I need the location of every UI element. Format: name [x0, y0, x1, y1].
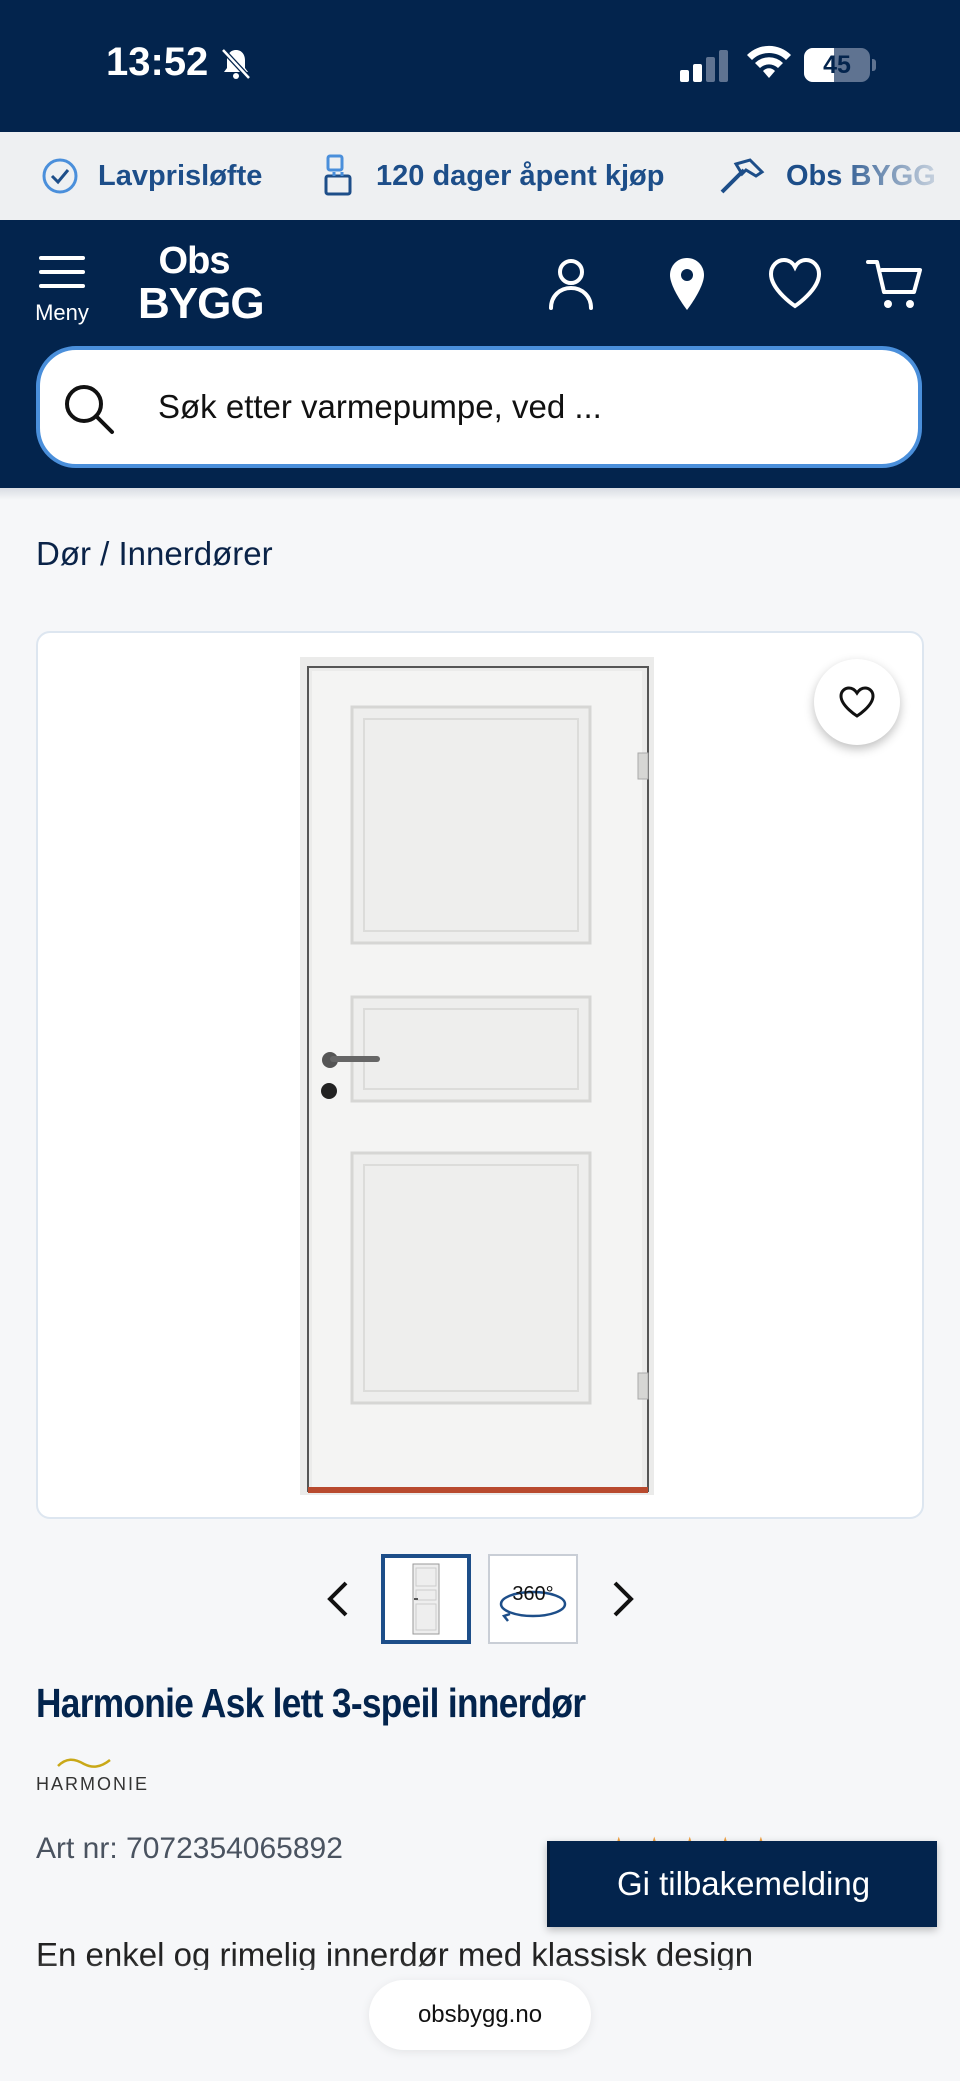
brand-wave-icon	[57, 1758, 111, 1768]
usp-item-open-purchase[interactable]: 120 dager åpent kjøp	[320, 132, 665, 220]
next-image-button[interactable]	[600, 1576, 646, 1622]
cart-icon[interactable]	[866, 254, 926, 314]
search-box[interactable]	[36, 346, 922, 468]
status-time: 13:52	[106, 40, 209, 84]
chevron-left-icon	[327, 1581, 348, 1617]
breadcrumb-separator: /	[90, 535, 119, 572]
door-image	[300, 657, 654, 1495]
rotate-360-icon: 360°	[499, 1583, 567, 1622]
battery-percent: 45	[823, 51, 851, 79]
product-image-card[interactable]	[36, 631, 924, 1519]
brand-logo[interactable]: HARMONIE	[36, 1756, 150, 1796]
product-title: Harmonie Ask lett 3-speil innerdør	[36, 1680, 586, 1726]
menu-label: Meny	[35, 300, 89, 325]
user-icon[interactable]	[541, 254, 601, 314]
search-icon	[65, 385, 114, 434]
hamburger-icon	[39, 256, 85, 288]
bell-muted-icon	[221, 48, 251, 80]
menu-button[interactable]: Meny	[30, 252, 94, 344]
battery-indicator: 45	[804, 48, 876, 82]
obs-bygg-logo[interactable]: Obs BYGG	[138, 242, 265, 338]
chevron-right-icon	[613, 1581, 634, 1617]
rotate-360-label: 360°	[512, 1583, 553, 1605]
status-bar: 13:52 45	[0, 0, 960, 132]
signal-icon	[680, 50, 728, 82]
prev-image-button[interactable]	[315, 1576, 361, 1622]
hammer-icon	[720, 158, 765, 194]
brand-name: HARMONIE	[36, 1774, 150, 1794]
breadcrumb-dor[interactable]: Dør	[36, 535, 91, 572]
url-bar[interactable]: obsbygg.no	[369, 1980, 591, 2050]
wifi-icon	[747, 45, 791, 78]
search-input[interactable]	[158, 350, 878, 464]
breadcrumb-innerdorer[interactable]: Innerdører	[119, 535, 273, 572]
door-thumbnail-icon	[412, 1563, 440, 1635]
heart-outline-icon	[839, 686, 875, 718]
breadcrumb: Dør / Innerdører	[36, 535, 273, 573]
add-to-favorites-button[interactable]	[814, 659, 900, 745]
feedback-button[interactable]: Gi tilbakemelding	[547, 1841, 937, 1927]
gallery-thumbnails: 360°	[0, 1554, 960, 1646]
check-circle-icon	[42, 158, 78, 194]
box-return-icon	[324, 154, 352, 196]
usp-item-price-promise[interactable]: Lavprisløfte	[40, 132, 262, 220]
thumbnail-360[interactable]: 360°	[488, 1554, 578, 1644]
site-header: Meny Obs BYGG	[0, 220, 960, 488]
header-shadow	[0, 488, 960, 500]
article-number: Art nr: 7072354065892	[36, 1832, 343, 1865]
usp-bar: Lavprisløfte 120 dager åpent kjøp Obs BY…	[0, 132, 960, 220]
thumbnail-door[interactable]	[381, 1554, 471, 1644]
location-pin-icon[interactable]	[657, 254, 717, 314]
heart-icon[interactable]	[765, 254, 825, 314]
